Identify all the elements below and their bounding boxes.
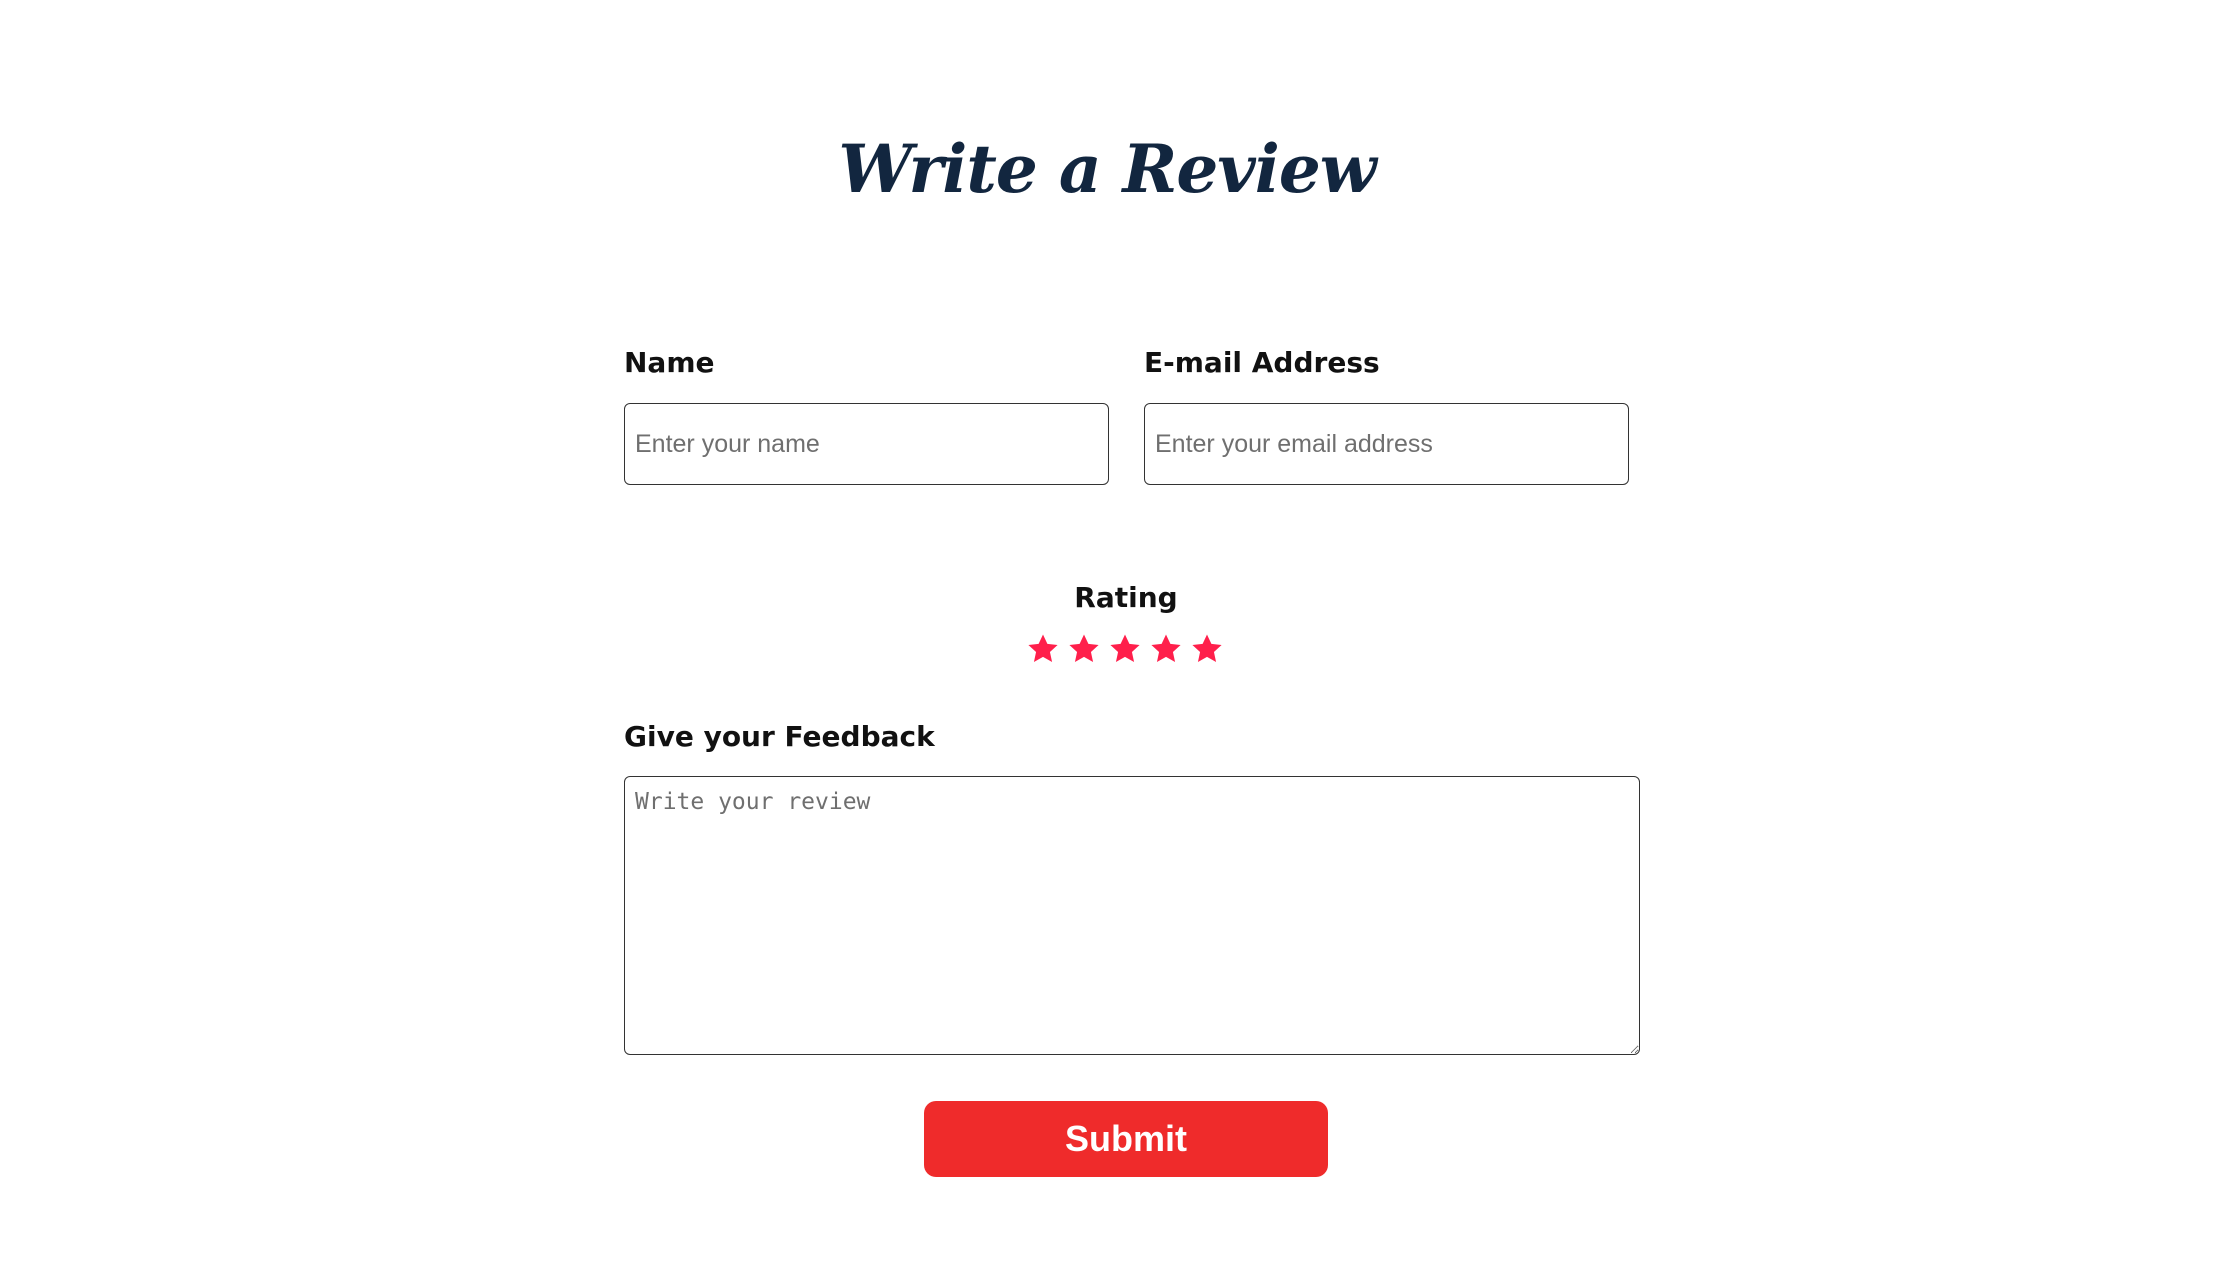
rating-label: Rating (1074, 581, 1178, 614)
star-icon[interactable] (1026, 632, 1060, 666)
star-icon[interactable] (1067, 632, 1101, 666)
name-label: Name (624, 346, 715, 379)
submit-button[interactable]: Submit (924, 1101, 1328, 1177)
star-icon[interactable] (1190, 632, 1224, 666)
star-icon[interactable] (1149, 632, 1183, 666)
feedback-label: Give your Feedback (624, 720, 935, 753)
review-textarea[interactable] (624, 776, 1640, 1055)
email-label: E-mail Address (1144, 346, 1380, 379)
star-rating[interactable] (1026, 632, 1226, 668)
email-input[interactable] (1144, 403, 1629, 485)
review-page: Write a Review Name E-mail Address Ratin… (0, 0, 2214, 1269)
name-input[interactable] (624, 403, 1109, 485)
page-title: Write a Review (838, 130, 1376, 208)
star-icon[interactable] (1108, 632, 1142, 666)
